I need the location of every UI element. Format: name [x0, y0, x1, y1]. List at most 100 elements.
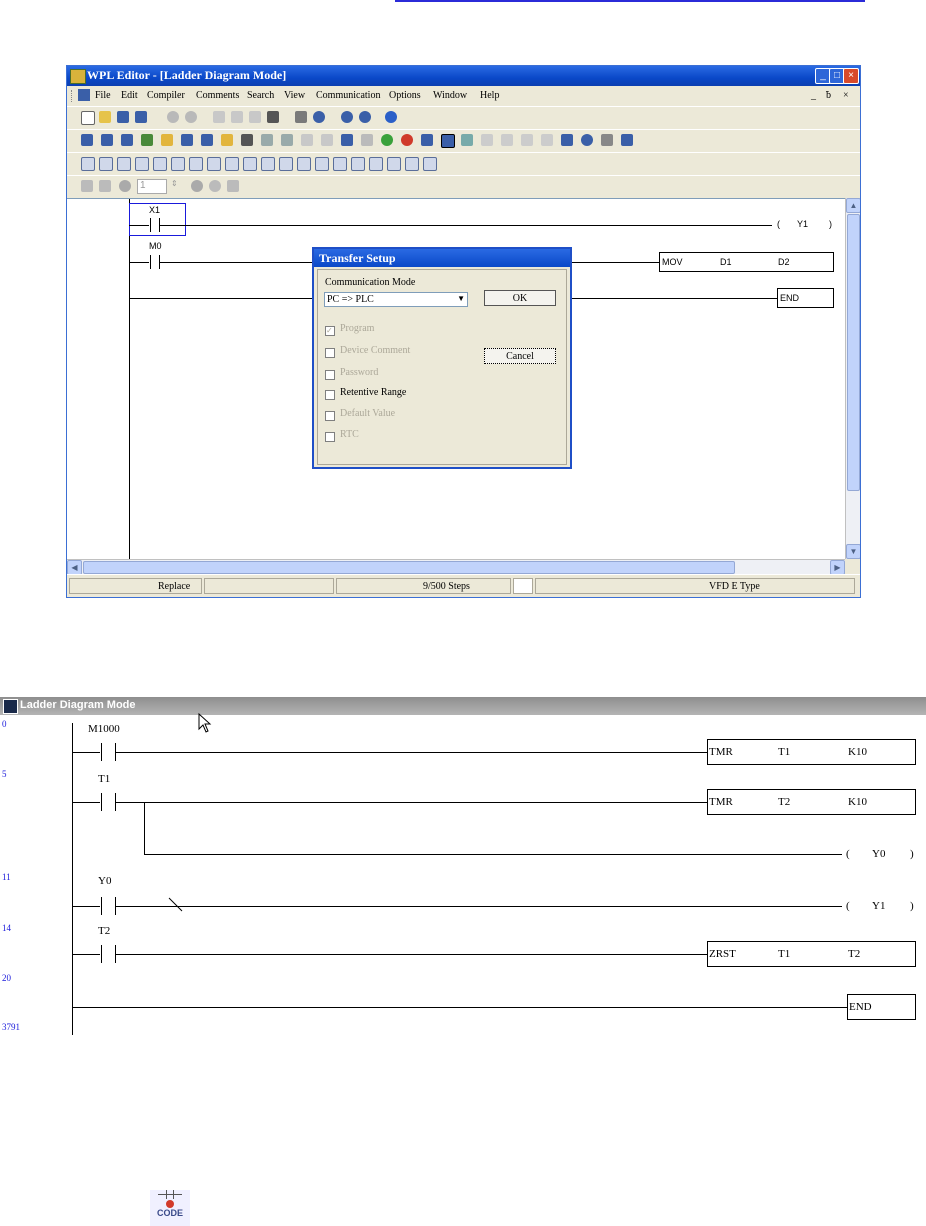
- f5-icon[interactable]: [153, 157, 167, 171]
- vertical-scroll-thumb[interactable]: [847, 214, 860, 491]
- align-icon[interactable]: [621, 134, 633, 146]
- password-checkbox[interactable]: [325, 370, 335, 380]
- ok-button[interactable]: OK: [484, 290, 556, 306]
- device-comment-icon[interactable]: [201, 134, 213, 146]
- zoom-in-icon[interactable]: [341, 111, 353, 123]
- sfc-transfer-icon[interactable]: [99, 180, 111, 192]
- table-icon[interactable]: [281, 134, 293, 146]
- chevron-down-icon[interactable]: ▼: [457, 294, 465, 303]
- open-icon[interactable]: [99, 111, 111, 123]
- mdi-minimize-icon[interactable]: _: [811, 90, 816, 101]
- save-all-icon[interactable]: [135, 111, 147, 123]
- mode-sfc-icon[interactable]: [121, 134, 133, 146]
- menu-communication[interactable]: Communication: [316, 90, 380, 101]
- f3-parallel-icon[interactable]: [117, 157, 131, 171]
- menu-comments[interactable]: Comments: [196, 90, 239, 101]
- f2-contact-nc-icon[interactable]: [99, 157, 113, 171]
- step-spinner-icon[interactable]: ⇕: [171, 179, 181, 194]
- eraser-icon[interactable]: [267, 111, 279, 123]
- sfc-link-icon[interactable]: [227, 180, 239, 192]
- sfc-step-icon[interactable]: [81, 180, 93, 192]
- write-plc-icon[interactable]: [441, 134, 455, 148]
- sfb-icon[interactable]: [423, 157, 437, 171]
- save-icon[interactable]: [117, 111, 129, 123]
- ladder-diagram-panel[interactable]: 0 5 11 14 20 3791 M1000 TMR T1 K10 T1 TM…: [0, 715, 926, 1035]
- menu-compiler[interactable]: Compiler: [147, 90, 185, 101]
- menu-help[interactable]: Help: [480, 90, 499, 101]
- block-icon[interactable]: [321, 134, 333, 146]
- reset-icon[interactable]: [501, 134, 513, 146]
- stop-icon[interactable]: [401, 134, 413, 146]
- zoom-out-icon[interactable]: [359, 111, 371, 123]
- mode-instruction-icon[interactable]: [101, 134, 113, 146]
- menu-window[interactable]: Window: [433, 90, 467, 101]
- mdi-close-icon[interactable]: ×: [843, 90, 849, 101]
- mode-ladder-icon[interactable]: [81, 134, 93, 146]
- scroll-left-icon[interactable]: ◀: [67, 560, 82, 575]
- pen-icon[interactable]: [241, 134, 253, 146]
- vertical-scrollbar[interactable]: ▲ ▼: [845, 198, 860, 559]
- sf7-icon[interactable]: [351, 157, 365, 171]
- compare-icon[interactable]: [461, 134, 473, 146]
- search-device-icon[interactable]: [581, 134, 593, 146]
- monitor-icon[interactable]: [141, 134, 153, 146]
- scroll-up-icon[interactable]: ▲: [846, 198, 860, 213]
- cancel-button[interactable]: Cancel: [484, 348, 556, 364]
- menu-view[interactable]: View: [284, 90, 305, 101]
- default-value-checkbox[interactable]: [325, 411, 335, 421]
- force-off-icon[interactable]: [541, 134, 553, 146]
- f7-coil-icon[interactable]: [189, 157, 203, 171]
- menu-file[interactable]: File: [95, 90, 111, 101]
- sfc-refresh-icon[interactable]: [209, 180, 221, 192]
- undo-icon[interactable]: [167, 111, 179, 123]
- f4-parallel-nc-icon[interactable]: [135, 157, 149, 171]
- help-icon[interactable]: [385, 111, 397, 123]
- sf2-icon[interactable]: [261, 157, 275, 171]
- run-icon[interactable]: [381, 134, 393, 146]
- copy-icon[interactable]: [231, 111, 243, 123]
- jump-icon[interactable]: [295, 111, 307, 123]
- paste-icon[interactable]: [249, 111, 261, 123]
- chip-icon[interactable]: [341, 134, 353, 146]
- rtc-checkbox[interactable]: [325, 432, 335, 442]
- sfa-icon[interactable]: [405, 157, 419, 171]
- f1-contact-icon[interactable]: [81, 157, 95, 171]
- menu-options[interactable]: Options: [389, 90, 421, 101]
- f6-icon[interactable]: [171, 157, 185, 171]
- scroll-right-icon[interactable]: ▶: [830, 560, 845, 575]
- sf1-icon[interactable]: [243, 157, 257, 171]
- edit-icon[interactable]: [161, 134, 173, 146]
- code-icon[interactable]: CODE: [150, 1190, 190, 1226]
- note-icon[interactable]: [221, 134, 233, 146]
- ladder-editor[interactable]: X1 ( Y1 ) M0 MOV D1 D2 END Transfer Setu…: [67, 198, 845, 560]
- step-input[interactable]: 1: [137, 179, 167, 194]
- device-comment-checkbox[interactable]: [325, 348, 335, 358]
- online-edit-icon[interactable]: [561, 134, 573, 146]
- program-checkbox[interactable]: ✓: [325, 326, 335, 336]
- horizontal-scroll-thumb[interactable]: [83, 561, 735, 574]
- close-button[interactable]: ×: [843, 68, 859, 84]
- read-plc-icon[interactable]: [421, 134, 433, 146]
- find-icon[interactable]: [313, 111, 325, 123]
- new-icon[interactable]: [81, 111, 95, 125]
- mdi-restore-icon[interactable]: ƀ: [826, 90, 831, 101]
- sf9-icon[interactable]: [387, 157, 401, 171]
- sf6-icon[interactable]: [333, 157, 347, 171]
- sf5-icon[interactable]: [315, 157, 329, 171]
- menu-edit[interactable]: Edit: [121, 90, 138, 101]
- link-underline[interactable]: [395, 0, 865, 2]
- redo-icon[interactable]: [185, 111, 197, 123]
- f8-line-icon[interactable]: [207, 157, 221, 171]
- cut-icon[interactable]: [213, 111, 225, 123]
- sf8-icon[interactable]: [369, 157, 383, 171]
- bookmark-icon[interactable]: [301, 134, 313, 146]
- set-icon[interactable]: [481, 134, 493, 146]
- horizontal-scrollbar[interactable]: ◀ ▶: [67, 559, 845, 575]
- grid-icon[interactable]: [361, 134, 373, 146]
- sf4-icon[interactable]: [297, 157, 311, 171]
- retentive-range-checkbox[interactable]: [325, 390, 335, 400]
- scroll-down-icon[interactable]: ▼: [846, 544, 860, 559]
- force-icon[interactable]: [521, 134, 533, 146]
- list-icon[interactable]: [261, 134, 273, 146]
- sf3-icon[interactable]: [279, 157, 293, 171]
